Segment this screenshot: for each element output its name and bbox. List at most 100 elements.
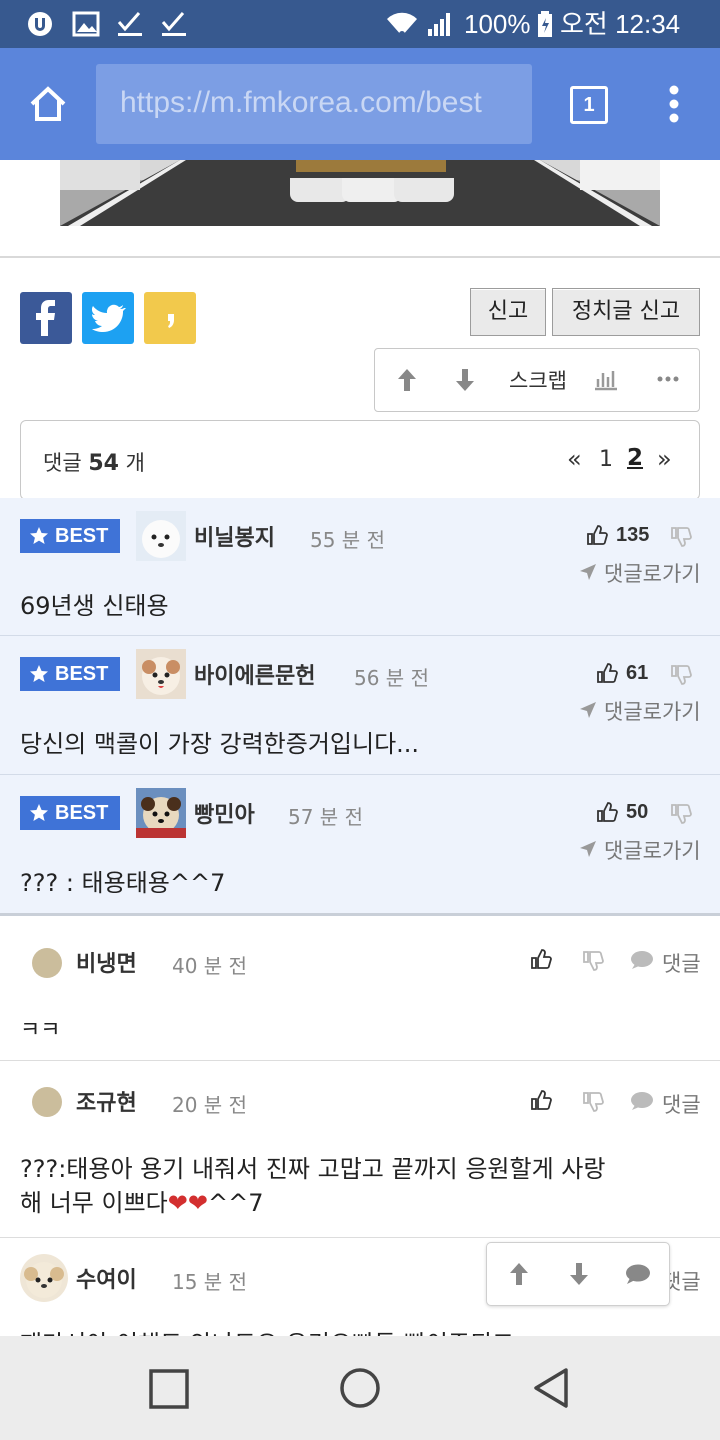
comment-text: ???:태용아 용기 내줘서 진짜 고맙고 끝까지 응원할게 사랑 xyxy=(20,1155,606,1183)
go-to-comment-icon[interactable] xyxy=(578,700,598,720)
comment-author[interactable]: 수여이 xyxy=(76,1262,137,1294)
comment-text: ??? : 태용태용^^7 xyxy=(20,869,226,897)
thumbs-down-icon[interactable] xyxy=(670,664,692,686)
comment-count-bar: 댓글 54 개 « 1 2 » xyxy=(20,420,700,500)
best-comment: BEST 비닐봉지 55 분 전 135 댓글로가기 69년생 신태용 xyxy=(0,498,720,636)
image-icon xyxy=(72,11,100,37)
comment-text: 당신의 맥콜이 가장 강력한증거입니다... xyxy=(20,730,420,758)
best-badge: BEST xyxy=(20,657,120,691)
go-to-comment-link[interactable]: 댓글로가기 xyxy=(604,835,701,865)
comment-jump-icon[interactable] xyxy=(625,1263,651,1285)
avatar[interactable] xyxy=(136,788,186,838)
best-badge: BEST xyxy=(20,519,120,553)
avatar[interactable] xyxy=(20,1254,68,1302)
stats-icon[interactable] xyxy=(593,367,619,391)
thumbs-up-icon[interactable] xyxy=(596,801,618,823)
comment-time: 40 분 전 xyxy=(172,954,247,978)
political-report-button[interactable]: 정치글 신고 xyxy=(552,288,700,336)
comment: 조규현 20 분 전 댓글 ???:태용아 용기 내줘서 진짜 고맙고 끝까지 … xyxy=(0,1061,720,1238)
thumbs-up-icon[interactable] xyxy=(530,1089,552,1111)
thumbs-down-icon[interactable] xyxy=(582,950,604,972)
like-count: 50 xyxy=(626,801,649,823)
comment-author[interactable]: 조규현 xyxy=(76,1085,137,1117)
back-icon[interactable] xyxy=(530,1366,572,1410)
divider xyxy=(0,256,720,258)
comment: 비냉면 40 분 전 댓글 ㅋㅋ xyxy=(0,920,720,1061)
comment-text-line2: 해 너무 이쁘다❤❤^^7 xyxy=(20,1189,264,1217)
report-button[interactable]: 신고 xyxy=(470,288,546,336)
comment-count-label: 댓글 54 개 xyxy=(43,451,145,476)
check-icon xyxy=(117,12,142,36)
post-vote-box: 스크랩 xyxy=(374,348,700,412)
upvote-arrow-icon[interactable] xyxy=(395,367,419,393)
comment-author[interactable]: 비닐봉지 xyxy=(194,520,275,552)
check-icon xyxy=(161,12,186,36)
comment-author[interactable]: 바이에른문헌 xyxy=(194,658,315,690)
comment-time: 15 분 전 xyxy=(172,1270,247,1294)
comment-count: 54 xyxy=(88,451,119,476)
thumbs-down-icon[interactable] xyxy=(582,1091,604,1113)
home-circle-icon[interactable] xyxy=(338,1366,382,1410)
thumbs-up-icon[interactable] xyxy=(530,948,552,970)
reply-button[interactable]: 댓글 xyxy=(662,1089,701,1119)
kakao-share-button[interactable] xyxy=(144,292,196,344)
battery-icon xyxy=(538,11,552,37)
avatar[interactable] xyxy=(32,948,62,978)
best-badge: BEST xyxy=(20,796,120,830)
more-icon[interactable] xyxy=(657,375,679,383)
pager-next[interactable]: » xyxy=(657,445,672,473)
comment-text: 69년생 신태용 xyxy=(20,592,169,620)
comment-time: 55 분 전 xyxy=(310,528,385,552)
thumbs-down-icon[interactable] xyxy=(670,526,692,548)
scroll-down-icon[interactable] xyxy=(567,1261,591,1287)
facebook-share-button[interactable] xyxy=(20,292,72,344)
clock: 오전 12:34 xyxy=(560,9,681,39)
go-to-comment-link[interactable]: 댓글로가기 xyxy=(604,558,701,588)
star-icon xyxy=(30,804,48,821)
scroll-up-icon[interactable] xyxy=(507,1261,531,1287)
go-to-comment-link[interactable]: 댓글로가기 xyxy=(604,696,701,726)
comment-time: 20 분 전 xyxy=(172,1093,247,1117)
tab-switcher-button[interactable]: 1 xyxy=(570,86,608,124)
twitter-share-button[interactable] xyxy=(82,292,134,344)
comment-author[interactable]: 빵민아 xyxy=(194,797,255,829)
home-icon[interactable] xyxy=(28,84,68,124)
pager-page-2[interactable]: 2 xyxy=(627,445,643,471)
more-menu-icon[interactable] xyxy=(664,84,684,124)
avatar[interactable] xyxy=(32,1087,62,1117)
status-bar: 100% 오전 12:34 xyxy=(0,0,720,48)
downvote-arrow-icon[interactable] xyxy=(453,367,477,393)
address-bar[interactable]: https://m.fmkorea.com/best xyxy=(96,64,532,144)
pager-page-1[interactable]: 1 xyxy=(599,447,613,472)
avatar[interactable] xyxy=(136,511,186,561)
kakaostory-icon xyxy=(168,314,174,328)
url-text: https://m.fmkorea.com/best xyxy=(120,86,482,119)
avatar[interactable] xyxy=(136,649,186,699)
system-navigation-bar xyxy=(0,1336,720,1440)
wifi-icon xyxy=(387,12,417,37)
thumbs-down-icon[interactable] xyxy=(670,803,692,825)
post-image xyxy=(60,160,660,226)
like-count: 135 xyxy=(616,524,650,546)
recent-apps-icon[interactable] xyxy=(148,1368,190,1410)
thumbs-up-icon[interactable] xyxy=(596,662,618,684)
thumbs-up-icon[interactable] xyxy=(586,524,608,546)
pager-first[interactable]: « xyxy=(567,445,582,473)
signal-icon xyxy=(428,13,450,36)
comment-author[interactable]: 비냉면 xyxy=(76,946,137,978)
speech-bubble-icon[interactable] xyxy=(630,1091,654,1111)
best-comment: BEST 바이에른문헌 56 분 전 61 댓글로가기 당신의 맥콜이 가장 강… xyxy=(0,636,720,775)
twitter-icon xyxy=(91,304,126,332)
reply-button[interactable]: 댓글 xyxy=(662,948,701,978)
comment-time: 56 분 전 xyxy=(354,666,429,690)
go-to-comment-icon[interactable] xyxy=(578,562,598,582)
go-to-comment-icon[interactable] xyxy=(578,839,598,859)
floating-scroll-box xyxy=(486,1242,670,1306)
scrap-button[interactable]: 스크랩 xyxy=(509,365,567,395)
comment-text: ㅋㅋ xyxy=(20,1018,61,1043)
like-count: 61 xyxy=(626,662,649,684)
heart-emoji: ❤❤ xyxy=(167,1189,208,1217)
star-icon xyxy=(30,527,48,544)
best-comment: BEST 빵민아 57 분 전 50 댓글로가기 ??? : 태용태용^^7 xyxy=(0,775,720,916)
speech-bubble-icon[interactable] xyxy=(630,950,654,970)
